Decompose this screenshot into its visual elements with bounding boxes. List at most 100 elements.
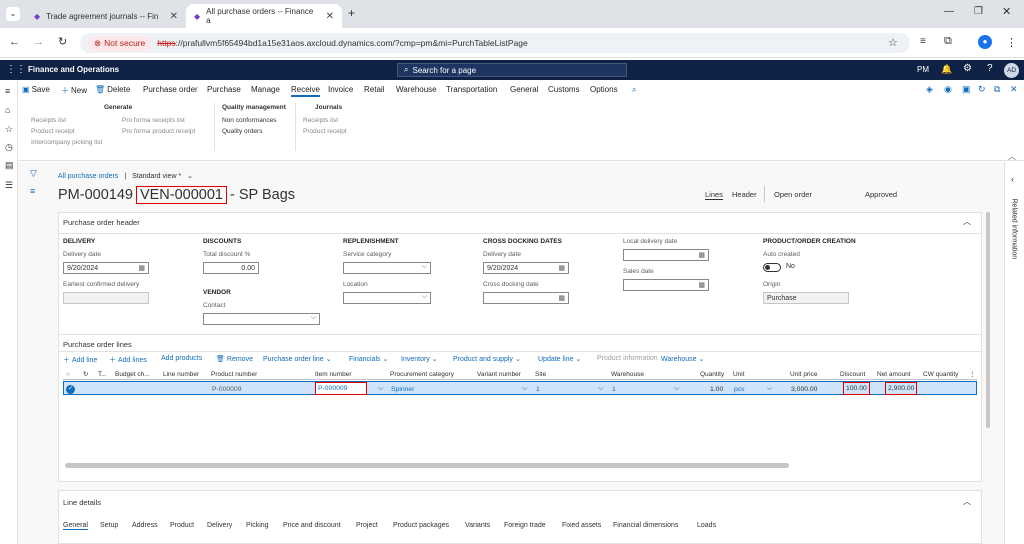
tab-general[interactable]: General <box>510 85 538 94</box>
col-variant-number[interactable]: Variant number <box>477 368 521 380</box>
tab-header[interactable]: Header <box>732 190 757 199</box>
pro-forma-product-receipt-action[interactable]: Pro forma product receipt <box>122 128 195 135</box>
po-header-title[interactable]: Purchase order header <box>63 218 140 227</box>
col-unit-price[interactable]: Unit price <box>790 368 817 380</box>
filter-icon[interactable]: ▽ <box>30 168 37 179</box>
journal-product-receipt-action[interactable]: Product receipt <box>303 128 347 135</box>
browser-tab-purchase-orders[interactable]: ◆ All purchase orders -- Finance a ✕ <box>186 4 342 28</box>
receipts-list-action[interactable]: Receipts list <box>31 117 66 124</box>
cell-unit-price[interactable]: 3,000.00 <box>791 382 817 396</box>
po-lines-title[interactable]: Purchase order lines <box>63 340 132 349</box>
delivery-date-field[interactable]: 9/20/2024 ▦ <box>63 262 149 274</box>
cell-unit[interactable]: pcs <box>734 382 745 396</box>
cell-discount[interactable]: 100.00 <box>843 382 870 395</box>
browser-menu-icon[interactable]: ⋮ <box>1006 36 1017 49</box>
col-warehouse[interactable]: Warehouse <box>611 368 644 380</box>
close-tab-icon[interactable]: ✕ <box>170 11 178 22</box>
product-supply-menu[interactable]: Product and supply ⌄ <box>453 355 521 364</box>
user-avatar[interactable]: AD <box>1004 63 1019 78</box>
col-product-number[interactable]: Product number <box>211 368 257 380</box>
contact-select[interactable]: ⌵ <box>203 313 320 325</box>
inventory-menu[interactable]: Inventory ⌄ <box>401 355 438 364</box>
close-window-icon[interactable]: ✕ <box>1002 5 1011 18</box>
tab-options[interactable]: Options <box>590 85 618 94</box>
tab-setup[interactable]: Setup <box>100 522 118 529</box>
back-icon[interactable]: ← <box>9 36 20 48</box>
financials-menu[interactable]: Financials ⌄ <box>349 355 388 364</box>
company-picker[interactable]: PM <box>917 65 929 74</box>
tab-product[interactable]: Product <box>170 522 194 529</box>
open-new-window-icon[interactable]: ⧉ <box>994 84 1000 95</box>
tab-purchase[interactable]: Purchase <box>207 85 241 94</box>
url-field[interactable]: ⊗ Not secure https://prafullvm5f65494bd1… <box>80 33 910 53</box>
cell-warehouse[interactable]: 1 <box>612 382 616 396</box>
journal-receipts-list-action[interactable]: Receipts list <box>303 117 338 124</box>
expand-chevron-icon[interactable]: ‹ <box>1011 174 1014 184</box>
extensions-icon[interactable]: ⧉ <box>944 35 952 48</box>
diamond-icon[interactable]: ◈ <box>926 84 933 95</box>
total-discount-field[interactable]: 0.00 <box>203 262 259 274</box>
delete-button[interactable]: 🗑 Delete <box>95 85 130 94</box>
collapse-chevron-icon[interactable]: ︿ <box>963 216 971 227</box>
col-discount[interactable]: Discount <box>840 368 865 380</box>
tab-loads[interactable]: Loads <box>697 522 716 529</box>
warehouse-menu[interactable]: Warehouse ⌄ <box>661 355 704 364</box>
add-lines-button[interactable]: ＋ Add lines <box>109 355 147 365</box>
col-cw-quantity[interactable]: CW quantity <box>923 368 958 380</box>
chevron-down-icon[interactable]: ⌵ <box>378 382 383 396</box>
tab-product-packages[interactable]: Product packages <box>393 522 449 529</box>
hamburger-icon[interactable]: ≡ <box>5 86 10 96</box>
help-icon[interactable]: ? <box>987 63 993 74</box>
table-row[interactable]: ✓ P-000009 P-000009 ⌵ Spinner ⌵ 1 ⌵ 1 ⌵ … <box>63 381 977 395</box>
settings-gear-icon[interactable]: ⚙ <box>963 63 972 74</box>
intercompany-picking-list-action[interactable]: Intercompany picking list <box>31 139 102 146</box>
calendar-icon[interactable]: ▦ <box>558 294 565 302</box>
bookmark-star-icon[interactable]: ☆ <box>888 36 898 49</box>
service-category-select[interactable]: ⌵ <box>343 262 431 274</box>
cd-delivery-date-field[interactable]: 9/20/2024 ▦ <box>483 262 569 274</box>
profile-icon[interactable]: ● <box>978 35 992 49</box>
tab-variants[interactable]: Variants <box>465 522 490 529</box>
breadcrumb-link[interactable]: All purchase orders <box>58 173 118 180</box>
line-details-title[interactable]: Line details <box>63 498 101 507</box>
office-icon[interactable]: ◉ <box>944 84 952 95</box>
tab-warehouse[interactable]: Warehouse <box>396 85 437 94</box>
view-selector[interactable]: Standard view * <box>132 173 181 180</box>
tab-picking[interactable]: Picking <box>246 522 269 529</box>
tab-general[interactable]: General <box>63 522 88 530</box>
col-site[interactable]: Site <box>535 368 546 380</box>
chevron-down-icon[interactable]: ⌄ <box>187 172 193 180</box>
col-line-number[interactable]: Line number <box>163 368 199 380</box>
row-selected-check-icon[interactable]: ✓ <box>66 382 75 396</box>
column-options-icon[interactable]: ⋮ <box>969 368 976 380</box>
cell-site[interactable]: 1 <box>536 382 540 396</box>
new-button[interactable]: ＋ New <box>61 85 87 96</box>
grid-horizontal-scrollbar[interactable] <box>65 463 789 468</box>
page-search-input[interactable]: ⌕ Search for a page <box>397 63 627 77</box>
cell-net-amount[interactable]: 2,900.00 <box>884 382 918 395</box>
po-line-menu[interactable]: Purchase order line ⌄ <box>263 355 332 364</box>
col-type[interactable]: T... <box>98 368 107 380</box>
auto-created-toggle[interactable] <box>763 263 781 272</box>
minimize-icon[interactable]: — <box>944 6 954 17</box>
pro-forma-receipts-list-action[interactable]: Pro forma receipts list <box>122 117 185 124</box>
favorites-icon[interactable]: ≡ <box>920 36 926 47</box>
new-tab-icon[interactable]: + <box>348 6 355 20</box>
modules-list-icon[interactable]: ☰ <box>5 180 13 191</box>
location-select[interactable]: ⌵ <box>343 292 431 304</box>
chevron-down-icon[interactable]: ⌵ <box>522 382 527 396</box>
tab-price-discount[interactable]: Price and discount <box>283 522 341 529</box>
add-products-button[interactable]: Add products <box>161 355 202 362</box>
action-search-icon[interactable]: ⌕ <box>632 85 636 95</box>
tab-project[interactable]: Project <box>356 522 378 529</box>
cell-item-number[interactable]: P-000009 <box>315 382 367 395</box>
cell-quantity[interactable]: 1.00 <box>710 382 723 396</box>
non-conformances-action[interactable]: Non conformances <box>222 117 277 124</box>
tab-customs[interactable]: Customs <box>548 85 580 94</box>
app-launcher-icon[interactable]: ⋮⋮ <box>6 64 26 75</box>
add-line-button[interactable]: ＋ Add line <box>63 355 97 365</box>
notifications-icon[interactable]: 🔔 <box>941 64 952 75</box>
cross-docking-date-field[interactable]: ▦ <box>483 292 569 304</box>
tab-delivery[interactable]: Delivery <box>207 522 232 529</box>
col-budget-check[interactable]: Budget ch... <box>115 368 150 380</box>
